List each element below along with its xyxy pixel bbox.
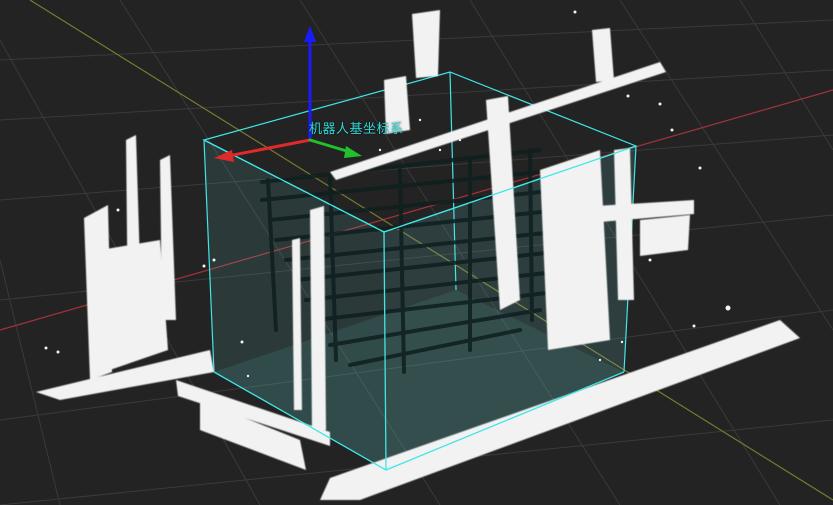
robot-z-axis-arrowhead	[304, 26, 316, 42]
3d-viewport[interactable]: 机器人基坐标系	[0, 0, 833, 505]
robot-y-axis-arrowhead	[344, 146, 362, 158]
robot-base-frame-label: 机器人基坐标系	[309, 122, 404, 137]
robot-y-axis	[308, 138, 352, 154]
point-cloud-scene[interactable]	[0, 0, 833, 505]
robot-x-axis	[226, 138, 312, 158]
